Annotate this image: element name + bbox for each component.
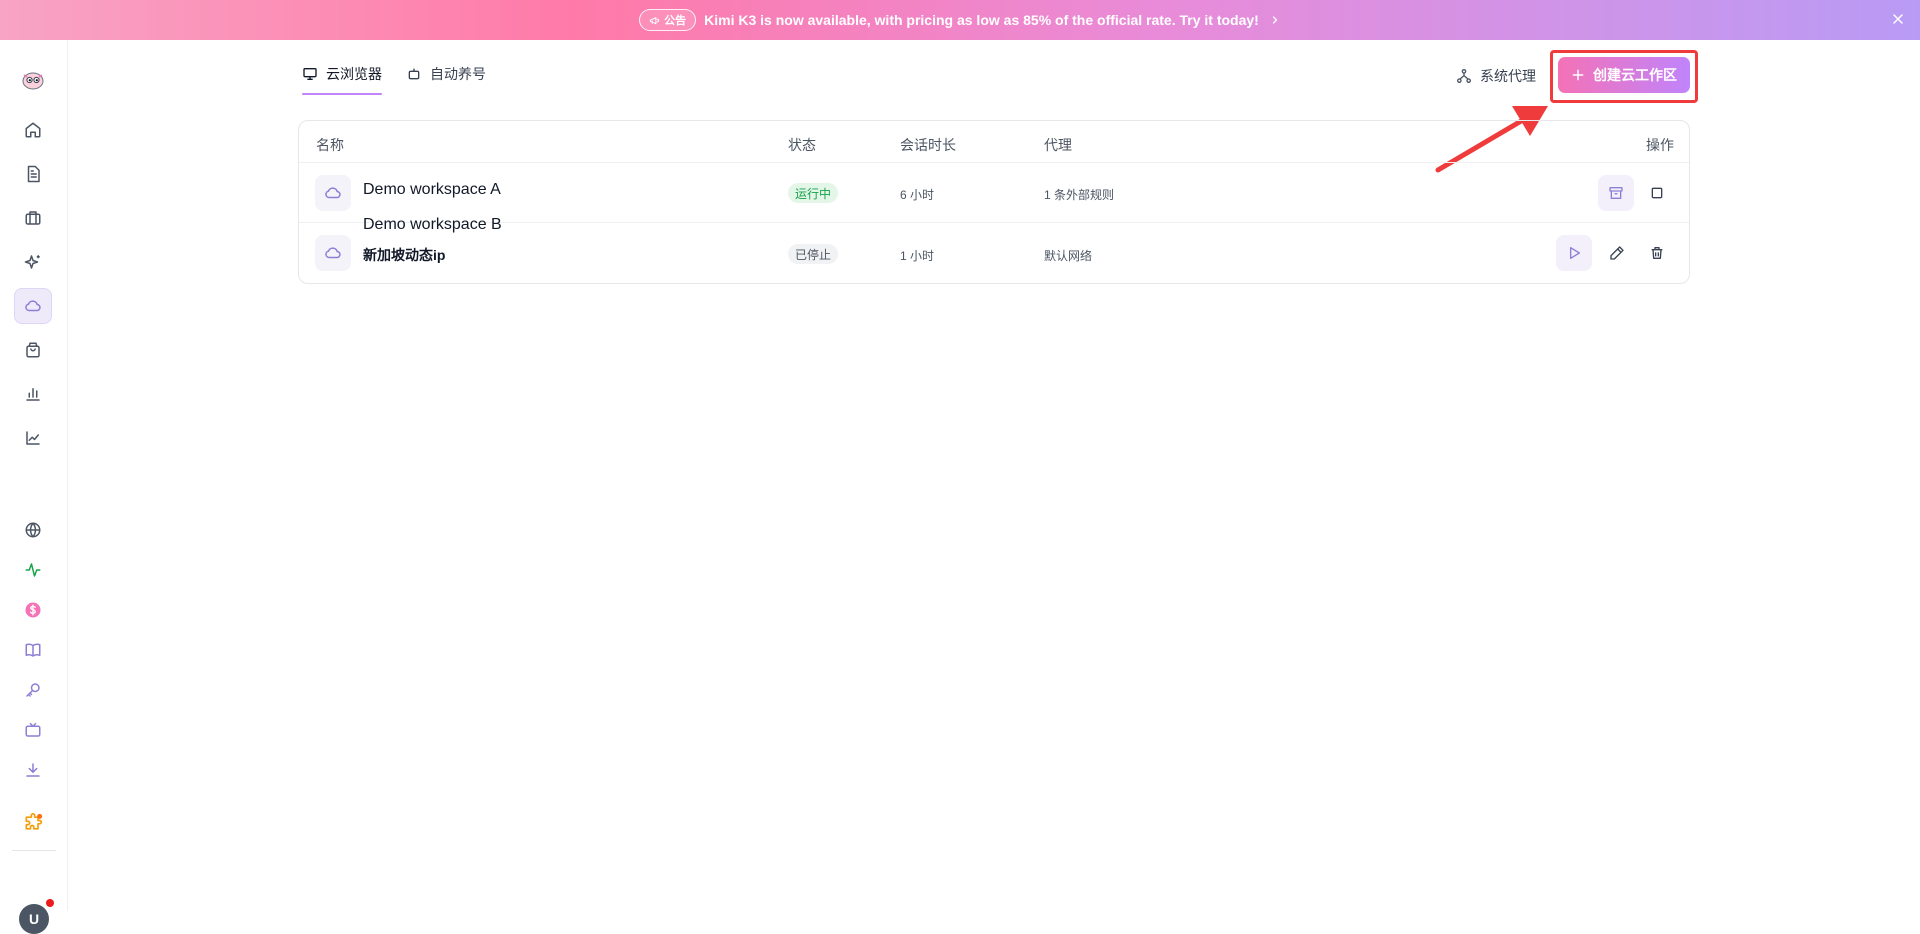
workspace-table: 名称 状态 会话时长 代理 操作 Demo workspace A 运行中 6 … (298, 120, 1690, 284)
proxy-value: 1 条外部规则 (1044, 188, 1115, 202)
logo-icon[interactable] (14, 62, 52, 98)
tab-auto-nurture[interactable]: 自动养号 (406, 64, 486, 84)
column-header-duration: 会话时长 (900, 137, 956, 153)
cloud-icon (315, 175, 351, 211)
bot-icon (408, 68, 420, 80)
announcement-message[interactable]: Kimi K3 is now available, with pricing a… (704, 12, 1259, 28)
create-workspace-label: 创建云工作区 (1593, 67, 1677, 83)
sidebar: U (0, 40, 68, 934)
plus-icon (1572, 69, 1584, 81)
archive-button[interactable] (1598, 175, 1634, 211)
briefcase-icon[interactable] (14, 200, 52, 236)
home-icon[interactable] (14, 112, 52, 148)
play-icon (1570, 247, 1580, 259)
close-icon[interactable] (1890, 11, 1906, 27)
bar-chart-icon[interactable] (14, 376, 52, 412)
avatar[interactable]: U (19, 904, 49, 934)
active-tab-indicator (302, 93, 382, 95)
notification-dot (46, 899, 54, 907)
megaphone-icon (650, 16, 660, 24)
shopping-bag-icon[interactable] (14, 332, 52, 368)
tab-cloud-browser[interactable]: 云浏览器 (302, 64, 382, 84)
puzzle-icon[interactable] (14, 805, 52, 841)
status-badge: 运行中 (788, 183, 839, 203)
announcement-banner[interactable]: 公告 Kimi K3 is now available, with pricin… (0, 0, 1920, 40)
activity-icon[interactable] (14, 552, 52, 588)
sparkles-icon[interactable] (14, 244, 52, 280)
session-duration: 1 小时 (900, 249, 935, 263)
workspace-name[interactable]: Demo workspace A (363, 181, 501, 199)
stop-square-icon (1651, 187, 1663, 199)
network-icon (1457, 69, 1471, 83)
tv-icon[interactable] (14, 712, 52, 748)
session-duration: 6 小时 (900, 188, 935, 202)
row-divider (299, 222, 1689, 223)
start-button[interactable] (1556, 235, 1592, 271)
archive-icon (1609, 187, 1623, 199)
workspace-subname[interactable]: 新加坡动态ip (363, 245, 445, 265)
cloud-icon (315, 235, 351, 271)
status-badge: 已停止 (788, 244, 839, 264)
proxy-value: 默认网络 (1044, 249, 1093, 263)
edit-button[interactable] (1605, 241, 1629, 265)
create-workspace-button[interactable]: 创建云工作区 (1558, 57, 1690, 93)
monitor-icon (303, 68, 317, 80)
cloud-icon[interactable] (14, 288, 52, 324)
line-chart-icon[interactable] (14, 420, 52, 456)
column-header-name: 名称 (316, 137, 344, 153)
workspace-name[interactable]: Demo workspace B (363, 216, 502, 234)
chevron-right-icon[interactable] (1269, 14, 1281, 26)
delete-button[interactable] (1645, 241, 1669, 265)
system-proxy-label: 系统代理 (1480, 68, 1536, 84)
announcement-badge-label: 公告 (664, 15, 687, 27)
download-icon[interactable] (14, 752, 52, 788)
column-header-status: 状态 (788, 137, 816, 153)
column-header-actions: 操作 (1646, 137, 1674, 153)
stop-button[interactable] (1645, 181, 1669, 205)
book-icon[interactable] (14, 632, 52, 668)
globe-icon[interactable] (14, 512, 52, 548)
key-icon[interactable] (14, 672, 52, 708)
system-proxy-button[interactable]: 系统代理 (1456, 66, 1536, 86)
column-header-proxy: 代理 (1044, 137, 1072, 153)
sidebar-divider (12, 850, 56, 851)
dollar-icon[interactable] (14, 592, 52, 628)
pencil-icon (1610, 246, 1624, 260)
announcement-badge: 公告 (639, 9, 697, 31)
tab-label: 自动养号 (430, 66, 486, 82)
trash-icon (1651, 247, 1663, 259)
document-icon[interactable] (14, 156, 52, 192)
header-divider (299, 162, 1689, 163)
tab-label: 云浏览器 (326, 66, 382, 82)
